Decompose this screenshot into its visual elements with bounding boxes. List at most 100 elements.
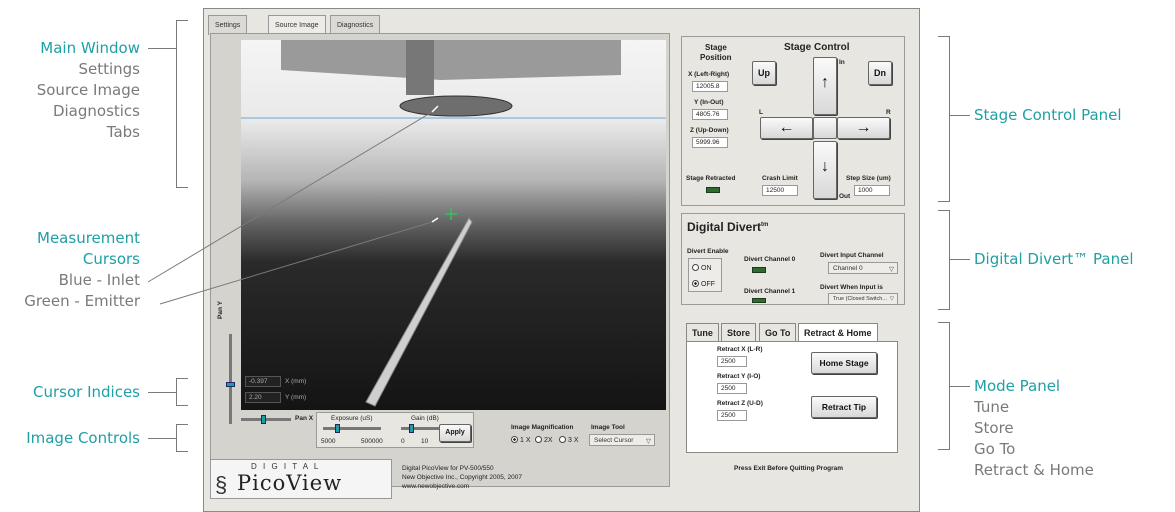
- x-label: X (Left-Right): [688, 71, 730, 78]
- exposure-slider[interactable]: [323, 427, 381, 430]
- annotation-title-2: Cursors: [82, 250, 140, 268]
- logo-main-text: PicoView: [237, 471, 343, 495]
- mode-tab-tune[interactable]: Tune: [686, 323, 719, 341]
- annotation-item: Source Image: [36, 81, 140, 99]
- step-size-field[interactable]: 1000: [854, 185, 890, 196]
- annotation-stage-control: Stage Control Panel: [974, 105, 1122, 126]
- retract-tip-button[interactable]: Retract Tip: [811, 396, 877, 418]
- z-label: Z (Up-Down): [690, 127, 729, 134]
- chevron-down-icon: ▽: [889, 296, 894, 302]
- up-button[interactable]: Up: [752, 61, 776, 85]
- arrow-right-icon: →: [855, 119, 872, 136]
- mag-1x-radio[interactable]: 1 X: [511, 436, 531, 444]
- retract-z-field[interactable]: 2500: [717, 410, 747, 421]
- dropdown-value: True (Closed Switch...: [833, 296, 887, 302]
- bracket: [176, 424, 188, 452]
- bracket-tick: [950, 386, 970, 387]
- pan-y-slider[interactable]: [229, 334, 232, 424]
- annotation-item: Tune: [974, 398, 1010, 416]
- tab-settings[interactable]: Settings: [208, 15, 248, 35]
- annotation-title: Stage Control Panel: [974, 106, 1122, 124]
- bracket-tick: [148, 48, 176, 49]
- emitter-needle: [365, 217, 473, 407]
- annotation-title: Cursor Indices: [33, 383, 140, 401]
- tab-diagnostics[interactable]: Diagnostics: [330, 15, 381, 35]
- gain-tick: 10: [421, 438, 429, 445]
- apply-button[interactable]: Apply: [439, 424, 471, 442]
- pan-x-slider[interactable]: [241, 418, 291, 421]
- picoview-logo: D I G I T A L § PicoView: [210, 459, 392, 499]
- arrow-left-icon: ←: [778, 119, 795, 136]
- pan-y-thumb[interactable]: [226, 382, 235, 387]
- radio-dot: [692, 280, 699, 287]
- mode-content: Retract X (L-R) 2500 Retract Y (I-O) 250…: [686, 341, 898, 453]
- mode-tab-go-to[interactable]: Go To: [759, 323, 797, 341]
- retract-x-label: Retract X (L-R): [717, 346, 763, 353]
- crash-limit-field[interactable]: 12500: [762, 185, 798, 196]
- move-left-button[interactable]: ←: [760, 117, 813, 139]
- dn-button[interactable]: Dn: [868, 61, 892, 85]
- move-in-button[interactable]: ↑: [813, 57, 837, 115]
- y-label: Y (In-Out): [694, 99, 724, 106]
- l-label: L: [759, 109, 763, 116]
- annotation-title: Digital Divert™ Panel: [974, 250, 1134, 268]
- divert-off-radio[interactable]: OFF: [692, 280, 715, 288]
- divert-when-label: Divert When Input is: [820, 284, 883, 291]
- divert-channel-0-led: [752, 267, 766, 273]
- annotation-item: Settings: [78, 60, 140, 78]
- divert-on-radio[interactable]: ON: [692, 264, 712, 272]
- stage-mount: [281, 40, 621, 80]
- annotation-title: Mode Panel: [974, 377, 1061, 395]
- exposure-label: Exposure (uS): [331, 415, 373, 422]
- mode-panel: Tune Store Go To Retract & Home Retract …: [681, 323, 905, 453]
- radio-label: ON: [701, 265, 712, 272]
- footer-info-3: www.newobjective.com: [402, 483, 470, 490]
- divert-input-dropdown[interactable]: Channel 0 ▽: [828, 262, 898, 274]
- cursor-x-field: -0.397: [245, 376, 281, 387]
- annotation-item: Retract & Home: [974, 461, 1094, 479]
- divert-when-dropdown[interactable]: True (Closed Switch... ▽: [828, 293, 898, 305]
- retract-x-field[interactable]: 2500: [717, 356, 747, 367]
- image-tool-dropdown[interactable]: Select Cursor ▽: [589, 434, 655, 446]
- crash-limit-label: Crash Limit: [762, 175, 798, 182]
- move-out-button[interactable]: ↓: [813, 141, 837, 199]
- move-right-button[interactable]: →: [837, 117, 890, 139]
- annotation-title: Measurement: [37, 229, 140, 247]
- annotation-item: Blue - Inlet: [58, 271, 140, 289]
- annotation-measurement-cursors: Measurement Cursors Blue - Inlet Green -…: [0, 228, 140, 312]
- main-window: Settings Source Image Diagnostics Pan Y: [203, 8, 920, 512]
- image-tool-label: Image Tool: [591, 424, 625, 431]
- mount-post: [406, 40, 434, 95]
- annotation-digital-divert: Digital Divert™ Panel: [974, 249, 1134, 270]
- divert-channel-1-led: [752, 298, 766, 303]
- tm-mark: tm: [761, 222, 769, 228]
- footer-info-2: New Objective Inc., Copyright 2005, 2007: [402, 474, 522, 481]
- pan-x-thumb[interactable]: [261, 415, 266, 424]
- gain-thumb[interactable]: [409, 424, 414, 433]
- emitter-cursor[interactable]: [445, 208, 457, 220]
- in-label: In: [839, 59, 845, 66]
- mag-2x-radio[interactable]: 2X: [535, 436, 553, 444]
- cursor-x-unit: X (mm): [285, 378, 307, 385]
- x-value-field: 12005.8: [692, 81, 728, 92]
- mode-tab-retract-home[interactable]: Retract & Home: [798, 323, 878, 341]
- retract-y-field[interactable]: 2500: [717, 383, 747, 394]
- divert-input-label: Divert Input Channel: [820, 252, 884, 259]
- stage-position-label: Stage: [705, 43, 727, 52]
- radio-dot: [511, 436, 518, 443]
- divert-enable-group: ON OFF: [688, 258, 722, 292]
- mag-3x-radio[interactable]: 3 X: [559, 436, 579, 444]
- home-stage-button[interactable]: Home Stage: [811, 352, 877, 374]
- camera-image[interactable]: [241, 40, 666, 410]
- annotation-title: Image Controls: [26, 429, 140, 447]
- mode-tab-store[interactable]: Store: [721, 323, 757, 341]
- bracket: [938, 36, 950, 202]
- tab-source-image[interactable]: Source Image: [268, 15, 326, 35]
- radio-label: OFF: [701, 281, 715, 288]
- chevron-down-icon: ▽: [889, 266, 894, 273]
- divert-channel-1-label: Divert Channel 1: [744, 288, 796, 295]
- exposure-thumb[interactable]: [335, 424, 340, 433]
- bracket-tick: [148, 392, 176, 393]
- step-size-label: Step Size (um): [846, 175, 891, 182]
- footer-info-1: Digital PicoView for PV-500/550: [402, 465, 494, 472]
